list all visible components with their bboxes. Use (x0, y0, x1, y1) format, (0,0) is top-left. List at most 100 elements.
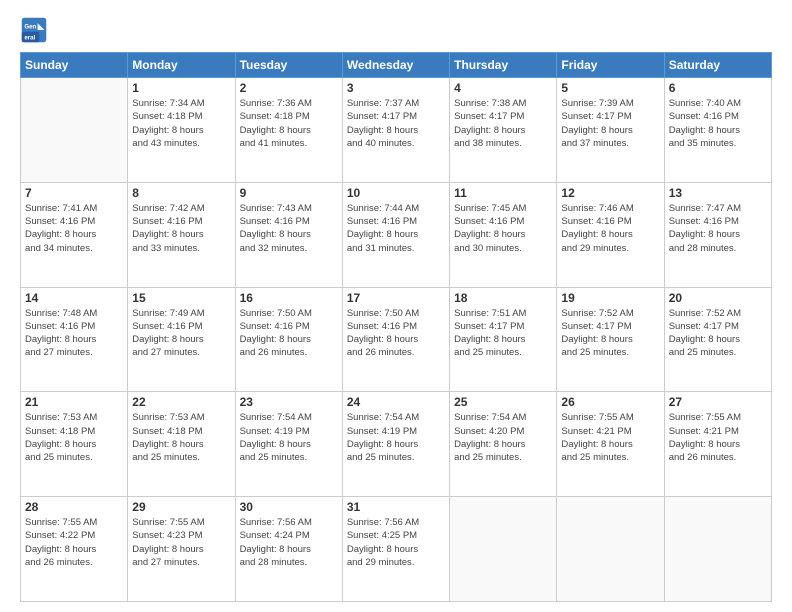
calendar-cell: 28Sunrise: 7:55 AM Sunset: 4:22 PM Dayli… (21, 497, 128, 602)
svg-text:eral: eral (24, 35, 35, 42)
header: Gen eral (20, 16, 772, 44)
day-info: Sunrise: 7:40 AM Sunset: 4:16 PM Dayligh… (669, 97, 767, 150)
calendar-cell: 25 Sunrise: 7:54 AM Sunset: 4:20 PM Dayli… (450, 392, 557, 497)
calendar-cell: 27 Sunrise: 7:55 AM Sunset: 4:21 PM Dayli… (664, 392, 771, 497)
calendar-cell: 31Sunrise: 7:56 AM Sunset: 4:25 PM Dayli… (342, 497, 449, 602)
day-info: Sunrise: 7:44 AM Sunset: 4:16 PM Dayligh… (347, 202, 445, 255)
calendar-body: 1 Sunrise: 7:34 AM Sunset: 4:18 PM Daylig… (21, 78, 772, 602)
day-info: Sunrise: 7:34 AM Sunset: 4:18 PM Dayligh… (132, 97, 230, 150)
calendar-cell: 30Sunrise: 7:56 AM Sunset: 4:24 PM Dayli… (235, 497, 342, 602)
day-number: 26 (561, 395, 659, 409)
day-info: Sunrise: 7:48 AM Sunset: 4:16 PM Dayligh… (25, 307, 123, 360)
day-number: 29 (132, 500, 230, 514)
calendar-cell: 29 Sunrise: 7:55 AM Sunset: 4:23 PM Dayli… (128, 497, 235, 602)
day-number: 27 (669, 395, 767, 409)
calendar-cell: 20Sunrise: 7:52 AM Sunset: 4:17 PM Dayli… (664, 287, 771, 392)
day-info: Sunrise: 7:53 AM Sunset: 4:18 PM Dayligh… (132, 411, 230, 464)
day-number: 23 (240, 395, 338, 409)
day-info: Sunrise: 7:50 AM Sunset: 4:16 PM Dayligh… (347, 307, 445, 360)
calendar-cell: 7Sunrise: 7:41 AM Sunset: 4:16 PM Daylig… (21, 182, 128, 287)
day-number: 15 (132, 291, 230, 305)
calendar-week-5: 28Sunrise: 7:55 AM Sunset: 4:22 PM Dayli… (21, 497, 772, 602)
weekday-header-friday: Friday (557, 53, 664, 78)
calendar-cell: 18Sunrise: 7:51 AM Sunset: 4:17 PM Dayli… (450, 287, 557, 392)
day-info: Sunrise: 7:38 AM Sunset: 4:17 PM Dayligh… (454, 97, 552, 150)
day-info: Sunrise: 7:46 AM Sunset: 4:16 PM Dayligh… (561, 202, 659, 255)
day-number: 1 (132, 81, 230, 95)
day-info: Sunrise: 7:53 AM Sunset: 4:18 PM Dayligh… (25, 411, 123, 464)
day-number: 11 (454, 186, 552, 200)
weekday-header-sunday: Sunday (21, 53, 128, 78)
day-number: 14 (25, 291, 123, 305)
calendar-cell: 19 Sunrise: 7:52 AM Sunset: 4:17 PM Dayli… (557, 287, 664, 392)
day-number: 30 (240, 500, 338, 514)
day-number: 24 (347, 395, 445, 409)
calendar-week-4: 21 Sunrise: 7:53 AM Sunset: 4:18 PM Dayli… (21, 392, 772, 497)
calendar-week-1: 1 Sunrise: 7:34 AM Sunset: 4:18 PM Daylig… (21, 78, 772, 183)
day-number: 22 (132, 395, 230, 409)
day-number: 5 (561, 81, 659, 95)
calendar-cell: 21 Sunrise: 7:53 AM Sunset: 4:18 PM Dayli… (21, 392, 128, 497)
weekday-header-wednesday: Wednesday (342, 53, 449, 78)
calendar-cell (664, 497, 771, 602)
calendar-cell (557, 497, 664, 602)
calendar-cell: 15 Sunrise: 7:49 AM Sunset: 4:16 PM Dayli… (128, 287, 235, 392)
day-number: 4 (454, 81, 552, 95)
day-info: Sunrise: 7:52 AM Sunset: 4:17 PM Dayligh… (669, 307, 767, 360)
day-info: Sunrise: 7:45 AM Sunset: 4:16 PM Dayligh… (454, 202, 552, 255)
day-info: Sunrise: 7:51 AM Sunset: 4:17 PM Dayligh… (454, 307, 552, 360)
calendar-cell: 6 Sunrise: 7:40 AM Sunset: 4:16 PM Daylig… (664, 78, 771, 183)
day-number: 9 (240, 186, 338, 200)
weekday-header-thursday: Thursday (450, 53, 557, 78)
day-info: Sunrise: 7:55 AM Sunset: 4:22 PM Dayligh… (25, 516, 123, 569)
day-number: 3 (347, 81, 445, 95)
day-info: Sunrise: 7:55 AM Sunset: 4:21 PM Dayligh… (561, 411, 659, 464)
calendar-cell: 9 Sunrise: 7:43 AM Sunset: 4:16 PM Daylig… (235, 182, 342, 287)
day-number: 25 (454, 395, 552, 409)
calendar-cell: 4 Sunrise: 7:38 AM Sunset: 4:17 PM Daylig… (450, 78, 557, 183)
day-info: Sunrise: 7:41 AM Sunset: 4:16 PM Dayligh… (25, 202, 123, 255)
day-info: Sunrise: 7:36 AM Sunset: 4:18 PM Dayligh… (240, 97, 338, 150)
calendar-week-2: 7Sunrise: 7:41 AM Sunset: 4:16 PM Daylig… (21, 182, 772, 287)
day-number: 12 (561, 186, 659, 200)
day-info: Sunrise: 7:56 AM Sunset: 4:25 PM Dayligh… (347, 516, 445, 569)
day-info: Sunrise: 7:42 AM Sunset: 4:16 PM Dayligh… (132, 202, 230, 255)
day-info: Sunrise: 7:52 AM Sunset: 4:17 PM Dayligh… (561, 307, 659, 360)
day-info: Sunrise: 7:55 AM Sunset: 4:23 PM Dayligh… (132, 516, 230, 569)
day-info: Sunrise: 7:37 AM Sunset: 4:17 PM Dayligh… (347, 97, 445, 150)
svg-text:Gen: Gen (24, 23, 36, 30)
day-number: 6 (669, 81, 767, 95)
calendar: SundayMondayTuesdayWednesdayThursdayFrid… (20, 52, 772, 602)
calendar-cell: 2Sunrise: 7:36 AM Sunset: 4:18 PM Daylig… (235, 78, 342, 183)
logo: Gen eral (20, 16, 52, 44)
day-info: Sunrise: 7:49 AM Sunset: 4:16 PM Dayligh… (132, 307, 230, 360)
calendar-cell: 16Sunrise: 7:50 AM Sunset: 4:16 PM Dayli… (235, 287, 342, 392)
day-info: Sunrise: 7:54 AM Sunset: 4:20 PM Dayligh… (454, 411, 552, 464)
weekday-header-row: SundayMondayTuesdayWednesdayThursdayFrid… (21, 53, 772, 78)
weekday-header-monday: Monday (128, 53, 235, 78)
day-number: 17 (347, 291, 445, 305)
calendar-cell: 12 Sunrise: 7:46 AM Sunset: 4:16 PM Dayli… (557, 182, 664, 287)
calendar-cell: 8 Sunrise: 7:42 AM Sunset: 4:16 PM Daylig… (128, 182, 235, 287)
day-info: Sunrise: 7:54 AM Sunset: 4:19 PM Dayligh… (240, 411, 338, 464)
calendar-cell: 10 Sunrise: 7:44 AM Sunset: 4:16 PM Dayli… (342, 182, 449, 287)
calendar-cell: 14 Sunrise: 7:48 AM Sunset: 4:16 PM Dayli… (21, 287, 128, 392)
day-info: Sunrise: 7:54 AM Sunset: 4:19 PM Dayligh… (347, 411, 445, 464)
day-number: 8 (132, 186, 230, 200)
calendar-cell: 23 Sunrise: 7:54 AM Sunset: 4:19 PM Dayli… (235, 392, 342, 497)
calendar-cell: 13Sunrise: 7:47 AM Sunset: 4:16 PM Dayli… (664, 182, 771, 287)
calendar-cell: 24 Sunrise: 7:54 AM Sunset: 4:19 PM Dayli… (342, 392, 449, 497)
calendar-cell: 17 Sunrise: 7:50 AM Sunset: 4:16 PM Dayli… (342, 287, 449, 392)
calendar-cell (21, 78, 128, 183)
day-number: 19 (561, 291, 659, 305)
calendar-cell: 3 Sunrise: 7:37 AM Sunset: 4:17 PM Daylig… (342, 78, 449, 183)
page: Gen eral SundayMondayTuesdayWednesdayThu… (0, 0, 792, 612)
day-info: Sunrise: 7:43 AM Sunset: 4:16 PM Dayligh… (240, 202, 338, 255)
weekday-header-tuesday: Tuesday (235, 53, 342, 78)
weekday-header-saturday: Saturday (664, 53, 771, 78)
day-number: 10 (347, 186, 445, 200)
day-number: 13 (669, 186, 767, 200)
day-info: Sunrise: 7:39 AM Sunset: 4:17 PM Dayligh… (561, 97, 659, 150)
day-info: Sunrise: 7:55 AM Sunset: 4:21 PM Dayligh… (669, 411, 767, 464)
day-number: 21 (25, 395, 123, 409)
